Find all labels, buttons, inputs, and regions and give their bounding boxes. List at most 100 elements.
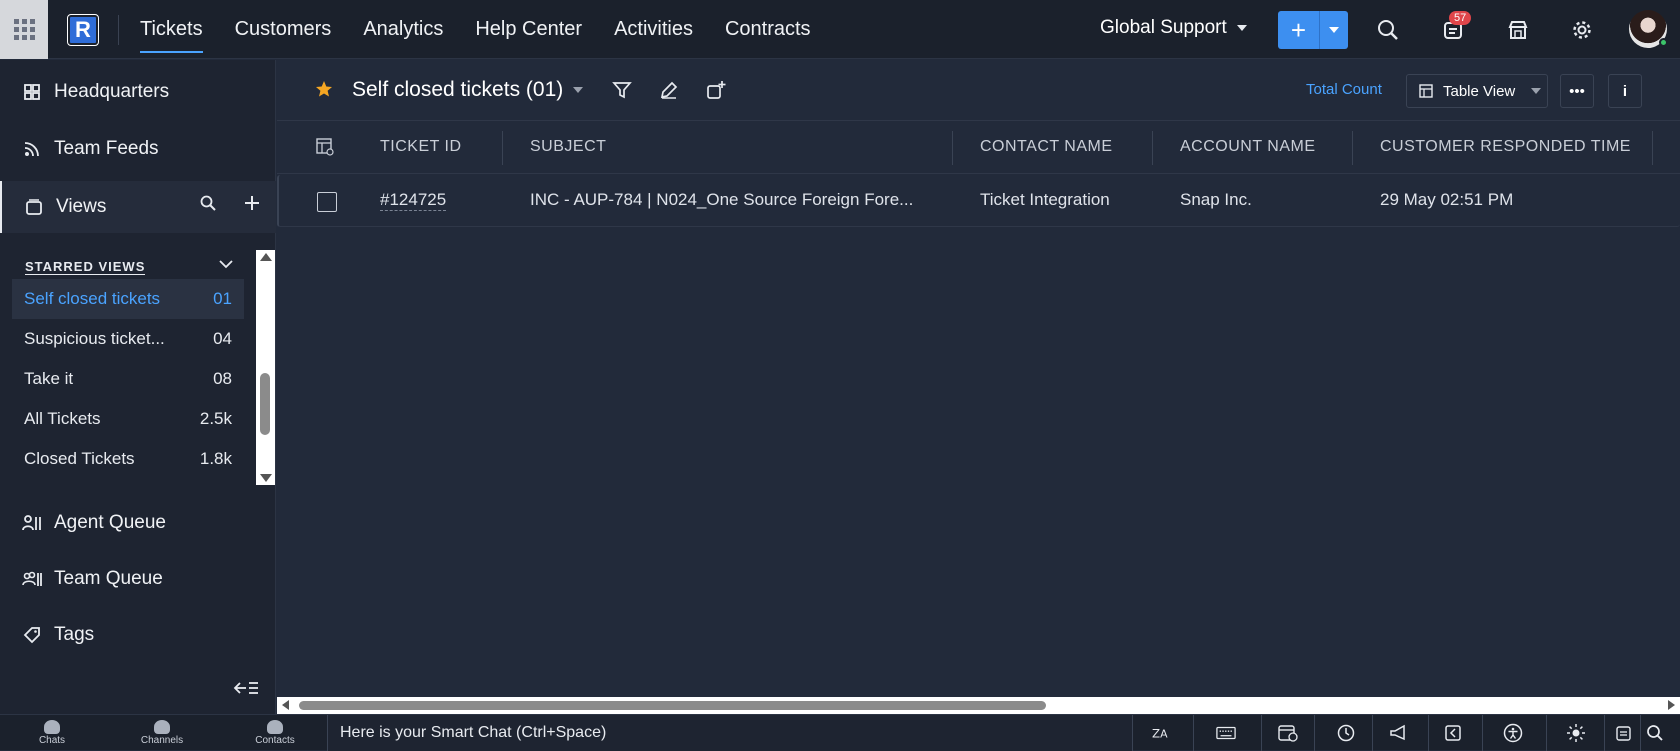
column-divider[interactable] [1652, 131, 1653, 165]
info-button[interactable]: i [1608, 74, 1642, 108]
channels-button[interactable]: Channels [137, 715, 187, 751]
sidebar-item-headquarters[interactable]: Headquarters [0, 66, 276, 118]
starred-view-item[interactable]: All Tickets 2.5k [12, 399, 244, 439]
add-view-icon[interactable] [244, 195, 260, 211]
table-header: TICKET ID SUBJECT CONTACT NAME ACCOUNT N… [277, 122, 1680, 174]
nav-contracts[interactable]: Contracts [709, 0, 827, 59]
ticket-subject[interactable]: INC - AUP-784 | N024_One Source Foreign … [530, 190, 913, 210]
accessibility-icon[interactable] [1503, 723, 1523, 743]
column-header-customer-responded-time[interactable]: CUSTOMER RESPONDED TIME [1380, 138, 1631, 156]
edit-icon[interactable] [659, 80, 679, 100]
column-header-contact-name[interactable]: CONTACT NAME [980, 138, 1113, 156]
table-view-selector[interactable]: Table View [1406, 74, 1548, 108]
nav-customers[interactable]: Customers [219, 0, 348, 59]
collapse-sidebar-icon[interactable] [232, 680, 260, 696]
chat-bubble-icon [44, 720, 60, 734]
sidebar-item-views[interactable]: Views [0, 181, 276, 233]
feed-icon [22, 139, 42, 159]
starred-view-item[interactable]: Self closed tickets 01 [12, 279, 244, 319]
department-selector[interactable]: Global Support [1100, 17, 1247, 39]
search-icon[interactable] [1375, 17, 1401, 43]
clock-icon[interactable] [1336, 724, 1356, 742]
views-icon [24, 197, 44, 217]
keyboard-icon[interactable] [1216, 724, 1236, 742]
scroll-left-icon[interactable] [282, 700, 289, 710]
more-options-button[interactable]: ••• [1560, 74, 1594, 108]
starred-views-header[interactable]: STARRED VIEWS [25, 259, 146, 275]
settings-gear-icon[interactable] [1569, 17, 1595, 43]
nav-analytics[interactable]: Analytics [347, 0, 459, 59]
column-divider[interactable] [952, 131, 953, 165]
user-avatar[interactable] [1629, 10, 1668, 48]
sidebar-item-label: Tags [54, 624, 95, 645]
starred-view-item[interactable]: Closed Tickets 1.8k [12, 439, 244, 479]
starred-view-item[interactable]: Suspicious ticket... 04 [12, 319, 244, 359]
channels-label: Channels [140, 735, 184, 746]
customer-responded-time: 29 May 02:51 PM [1380, 190, 1514, 209]
new-button[interactable]: + [1278, 11, 1348, 49]
clone-view-icon[interactable] [706, 80, 726, 100]
sidebar-item-team-queue[interactable]: Team Queue [0, 553, 276, 605]
chevron-down-icon[interactable] [218, 258, 234, 270]
scroll-right-icon[interactable] [1668, 700, 1675, 710]
department-label: Global Support [1100, 17, 1227, 38]
marketplace-icon[interactable] [1505, 17, 1531, 43]
ticket-id-link[interactable]: #124725 [380, 190, 447, 211]
sidebar-item-label: Headquarters [54, 81, 170, 102]
sidebar-item-tags[interactable]: Tags [0, 609, 276, 661]
filter-icon[interactable] [612, 80, 632, 100]
theme-sun-icon[interactable] [1566, 724, 1586, 742]
column-divider[interactable] [1152, 131, 1153, 165]
chats-label: Chats [38, 735, 66, 746]
table-icon [1419, 84, 1433, 98]
sidebar-item-agent-queue[interactable]: Agent Queue [0, 497, 276, 549]
megaphone-icon[interactable] [1389, 724, 1409, 742]
views-tools [200, 195, 260, 211]
table-row[interactable]: #124725 INC - AUP-784 | N024_One Source … [277, 175, 1680, 227]
view-label: Suspicious ticket... [24, 329, 165, 348]
view-label: All Tickets [24, 409, 101, 428]
column-header-subject[interactable]: SUBJECT [530, 138, 606, 156]
scroll-up-icon[interactable] [260, 253, 272, 261]
nav-help-center[interactable]: Help Center [459, 0, 598, 59]
divider [1482, 715, 1483, 751]
nav-tickets[interactable]: Tickets [124, 0, 219, 59]
starred-view-item[interactable]: Take it 08 [12, 359, 244, 399]
contacts-button[interactable]: Contacts [250, 715, 300, 751]
brand-logo[interactable]: R [67, 14, 99, 46]
search-views-icon[interactable] [200, 195, 216, 211]
views-scrollbar[interactable] [256, 250, 275, 485]
divider [1604, 715, 1605, 751]
column-header-ticket-id[interactable]: TICKET ID [380, 138, 462, 156]
column-header-account-name[interactable]: ACCOUNT NAME [1180, 138, 1316, 156]
total-count-link[interactable]: Total Count [1306, 81, 1382, 98]
scroll-down-icon[interactable] [260, 474, 272, 482]
new-dropdown-button[interactable] [1320, 11, 1348, 49]
horizontal-scrollbar[interactable] [277, 697, 1680, 714]
column-divider[interactable] [1352, 131, 1353, 165]
sidebar-item-label: Team Queue [54, 568, 163, 589]
notes-icon[interactable] [1614, 724, 1634, 742]
dashboard-icon [22, 82, 42, 102]
row-checkbox[interactable] [317, 192, 337, 212]
scroll-thumb[interactable] [299, 701, 1046, 710]
sign-in-icon[interactable] [1444, 724, 1464, 742]
column-settings-icon[interactable] [316, 138, 334, 156]
contact-name[interactable]: Ticket Integration [980, 190, 1110, 210]
search-icon[interactable] [1645, 724, 1665, 742]
star-icon[interactable] [315, 80, 333, 98]
smart-chat-input[interactable]: Here is your Smart Chat (Ctrl+Space) [327, 715, 1133, 751]
column-divider[interactable] [502, 131, 503, 165]
chats-button[interactable]: Chats [32, 715, 72, 751]
scroll-thumb[interactable] [260, 373, 270, 435]
chevron-down-icon [1329, 27, 1339, 33]
nav-activities[interactable]: Activities [598, 0, 709, 59]
sidebar-item-team-feeds[interactable]: Team Feeds [0, 123, 276, 175]
account-name[interactable]: Snap Inc. [1180, 190, 1252, 210]
calendar-check-icon[interactable] [1278, 724, 1298, 742]
translate-icon[interactable]: ZA [1152, 724, 1172, 742]
view-title-selector[interactable]: Self closed tickets (01) [352, 78, 584, 102]
plus-icon[interactable]: + [1278, 11, 1320, 49]
apps-grid-icon[interactable] [0, 0, 48, 59]
divider [1428, 715, 1429, 751]
